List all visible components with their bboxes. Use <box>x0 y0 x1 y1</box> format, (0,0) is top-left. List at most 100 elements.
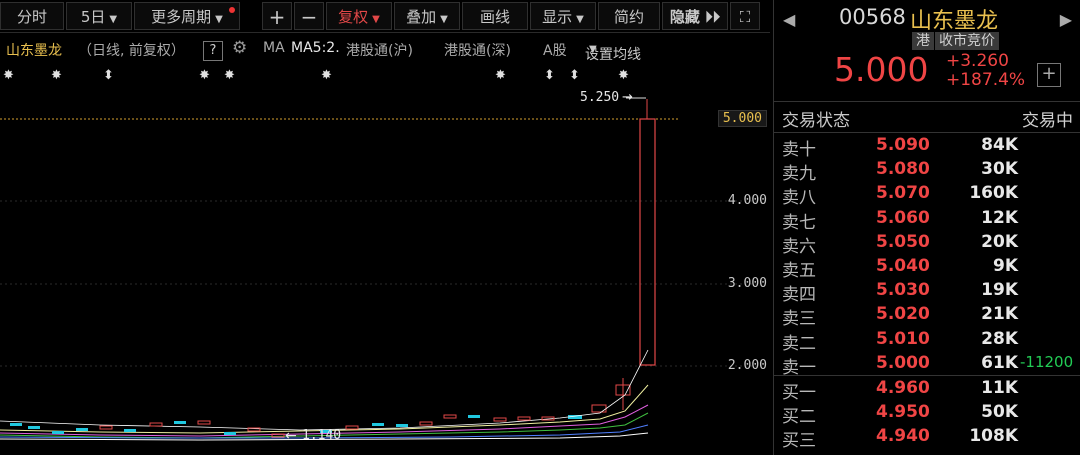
event-marker-icon[interactable]: ✸ <box>495 68 506 83</box>
event-marker-icon[interactable]: ✸ <box>321 68 332 83</box>
ask-label: 卖六 <box>782 236 816 257</box>
candle-up[interactable] <box>591 404 607 413</box>
candle-down[interactable] <box>76 428 88 431</box>
split-marker-icon[interactable]: ⬍ <box>103 68 114 83</box>
candle-up[interactable] <box>419 421 433 426</box>
event-marker-icon[interactable]: ✸ <box>224 68 235 83</box>
ask-row[interactable]: 卖四 5.030 19K <box>774 279 1080 305</box>
stock-name: 山东墨龙 <box>910 9 999 34</box>
candle-up[interactable] <box>517 416 531 421</box>
a-share-link[interactable]: A股 <box>543 40 567 60</box>
notification-dot <box>229 7 235 13</box>
ask-row[interactable]: 卖六 5.050 20K <box>774 231 1080 257</box>
chevron-down-icon: ▼ <box>215 14 223 25</box>
zoom-out-button[interactable]: − <box>294 2 324 30</box>
bid-label: 买一 <box>782 383 816 403</box>
ask-volume: 28K <box>981 328 1018 349</box>
ask-row[interactable]: 卖三 5.020 21K <box>774 303 1080 329</box>
ma5-line <box>0 384 649 434</box>
hk-connect-sh[interactable]: 港股通(沪) <box>346 40 413 60</box>
ask-label: 卖五 <box>782 261 816 281</box>
candle-down[interactable] <box>224 432 236 435</box>
chart-canvas <box>0 97 762 441</box>
bid-row[interactable]: 买一 4.960 11K <box>774 377 1080 403</box>
ask-volume: 19K <box>981 280 1018 301</box>
candle-up[interactable] <box>443 414 457 419</box>
draw-line-button[interactable]: 画线 <box>462 2 528 30</box>
current-price-tag: 5.000 <box>717 110 767 127</box>
ask-row[interactable]: 卖七 5.060 12K <box>774 207 1080 233</box>
event-marker-icon[interactable]: ✸ <box>618 68 629 83</box>
hide-button[interactable]: 隐藏 ⏵⏵ <box>662 2 728 30</box>
ask-volume: 30K <box>981 159 1018 180</box>
candle-up[interactable] <box>149 422 163 427</box>
ask-row[interactable]: 卖二 5.010 28K <box>774 328 1080 354</box>
last-price: 5.000 <box>834 50 929 89</box>
hk-connect-sz[interactable]: 港股通(深) <box>444 40 511 60</box>
candle-up[interactable] <box>345 425 359 430</box>
axis-label: 3.000 <box>727 276 767 291</box>
candle-down[interactable] <box>52 431 64 434</box>
ask-label: 卖二 <box>782 333 816 354</box>
tab-5day[interactable]: 5日 ▼ <box>66 2 132 30</box>
ask-row[interactable]: 卖十 5.090 84K <box>774 134 1080 160</box>
gear-icon[interactable]: ⚙ <box>232 38 247 58</box>
candle-down[interactable] <box>10 423 22 426</box>
next-stock-arrow-icon[interactable]: ▶ <box>1060 10 1072 29</box>
split-marker-icon[interactable]: ⬍ <box>569 68 580 83</box>
prev-stock-arrow-icon[interactable]: ◀ <box>783 10 795 29</box>
bid-label: 买三 <box>782 431 816 452</box>
candle-down[interactable] <box>28 426 40 429</box>
ask-price: 5.030 <box>876 280 930 301</box>
candlestick-chart[interactable]: 5.250 ← 1.140 → 5.000 4.000 3.000 2.000 <box>0 90 770 455</box>
more-period-dropdown[interactable]: 更多周期 ▼ <box>134 2 240 30</box>
add-watchlist-button[interactable]: + <box>1037 63 1061 87</box>
ask-price: 5.040 <box>876 256 930 276</box>
candle-up[interactable] <box>197 420 211 425</box>
zoom-in-button[interactable]: + <box>262 2 292 30</box>
ask-row[interactable]: 卖一 5.000 61K -11200 <box>774 352 1080 378</box>
ask-row[interactable]: 卖九 5.080 30K <box>774 158 1080 184</box>
candle-up[interactable] <box>271 433 285 438</box>
ma5-value: MA5:2. <box>291 40 340 56</box>
bid-row[interactable]: 买二 4.950 50K <box>774 401 1080 427</box>
simple-mode-button[interactable]: 简约 <box>598 2 660 30</box>
ask-row[interactable]: 卖五 5.040 9K <box>774 255 1080 281</box>
ask-label: 卖十 <box>782 140 816 160</box>
adjust-dropdown[interactable]: 复权 ▼ <box>326 2 392 30</box>
tab-intraday[interactable]: 分时 <box>0 2 64 30</box>
fullscreen-icon[interactable]: ⛶ <box>730 2 760 30</box>
chevron-down-icon: ▼ <box>372 14 380 25</box>
candle-down[interactable] <box>124 429 136 432</box>
event-marker-icon[interactable]: ✸ <box>3 68 14 83</box>
event-marker-icon[interactable]: ✸ <box>51 68 62 83</box>
display-dropdown[interactable]: 显示 ▼ <box>530 2 596 30</box>
bid-volume: 108K <box>969 426 1018 447</box>
ask-price: 5.000 <box>876 352 930 373</box>
ask-volume-change: -11200 <box>1020 352 1074 371</box>
ask-price: 5.080 <box>876 159 930 180</box>
candle-up[interactable] <box>639 118 656 366</box>
high-price-label: 5.250 <box>580 90 620 105</box>
trade-status-row: 交易状态 交易中 <box>774 101 1080 133</box>
ask-volume: 12K <box>981 207 1018 228</box>
low-arrow-icon: ← <box>285 428 297 444</box>
ask-row[interactable]: 卖八 5.070 160K <box>774 182 1080 208</box>
chevron-down-icon: ▼ <box>109 14 118 25</box>
help-icon[interactable]: ? <box>203 41 223 61</box>
candle-down[interactable] <box>372 423 384 426</box>
split-marker-icon[interactable]: ⬍ <box>544 68 555 83</box>
candle-down[interactable] <box>396 424 408 427</box>
ask-volume: 61K <box>981 352 1018 373</box>
chevron-down-icon: ▼ <box>440 14 448 25</box>
ask-volume: 84K <box>981 135 1018 155</box>
candle-down[interactable] <box>468 415 480 418</box>
candle-down[interactable] <box>174 421 186 424</box>
candle-up[interactable] <box>493 417 507 422</box>
overlay-dropdown[interactable]: 叠加 ▼ <box>394 2 460 30</box>
event-marker-icon[interactable]: ✸ <box>199 68 210 83</box>
bid-row[interactable]: 买三 4.940 108K <box>774 425 1080 452</box>
candle-up[interactable] <box>99 425 113 430</box>
chevron-down-icon: ▼ <box>576 14 584 25</box>
candle-up[interactable] <box>247 427 261 432</box>
